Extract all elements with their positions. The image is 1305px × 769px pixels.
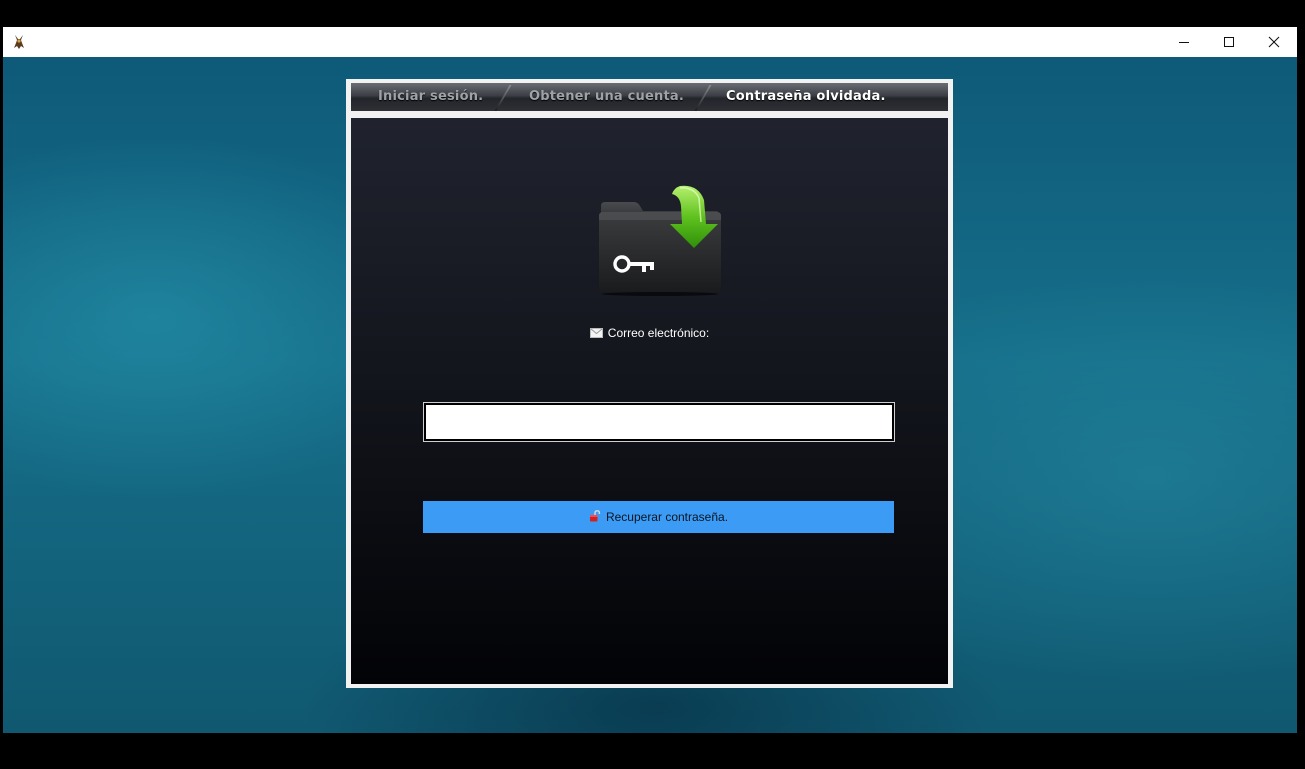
tab-separator [694, 85, 712, 111]
app-logo-icon [12, 34, 26, 50]
recover-password-button[interactable]: Recuperar contraseña. [423, 501, 894, 533]
tab-register[interactable]: Obtener una cuenta. [529, 83, 684, 111]
close-button[interactable] [1251, 27, 1297, 57]
minimize-icon [1179, 42, 1189, 43]
open-lock-icon [589, 509, 601, 525]
tab-separator [494, 85, 512, 111]
email-label: Correo electrónico: [607, 326, 710, 340]
title-bar[interactable] [3, 27, 1297, 57]
maximize-button[interactable] [1206, 27, 1252, 57]
close-icon [1268, 36, 1280, 48]
forgot-password-content: Correo electrónico: Recuperar contraseña… [351, 118, 948, 684]
recover-password-label: Recuperar contraseña. [605, 510, 729, 524]
tab-bar: Iniciar sesión. Obtener una cuenta. Cont… [351, 83, 948, 111]
account-panel: Iniciar sesión. Obtener una cuenta. Cont… [346, 79, 953, 688]
maximize-icon [1224, 37, 1234, 47]
email-field[interactable] [423, 402, 895, 442]
background: Iniciar sesión. Obtener una cuenta. Cont… [3, 57, 1297, 733]
tab-forgot-password[interactable]: Contraseña olvidada. [726, 83, 886, 111]
envelope-icon [589, 325, 603, 343]
folder-key-download-icon [598, 184, 724, 296]
app-window: Iniciar sesión. Obtener una cuenta. Cont… [3, 27, 1297, 733]
email-label-row: Correo electrónico: [351, 324, 948, 342]
minimize-button[interactable] [1161, 27, 1207, 57]
tab-login[interactable]: Iniciar sesión. [378, 83, 483, 111]
